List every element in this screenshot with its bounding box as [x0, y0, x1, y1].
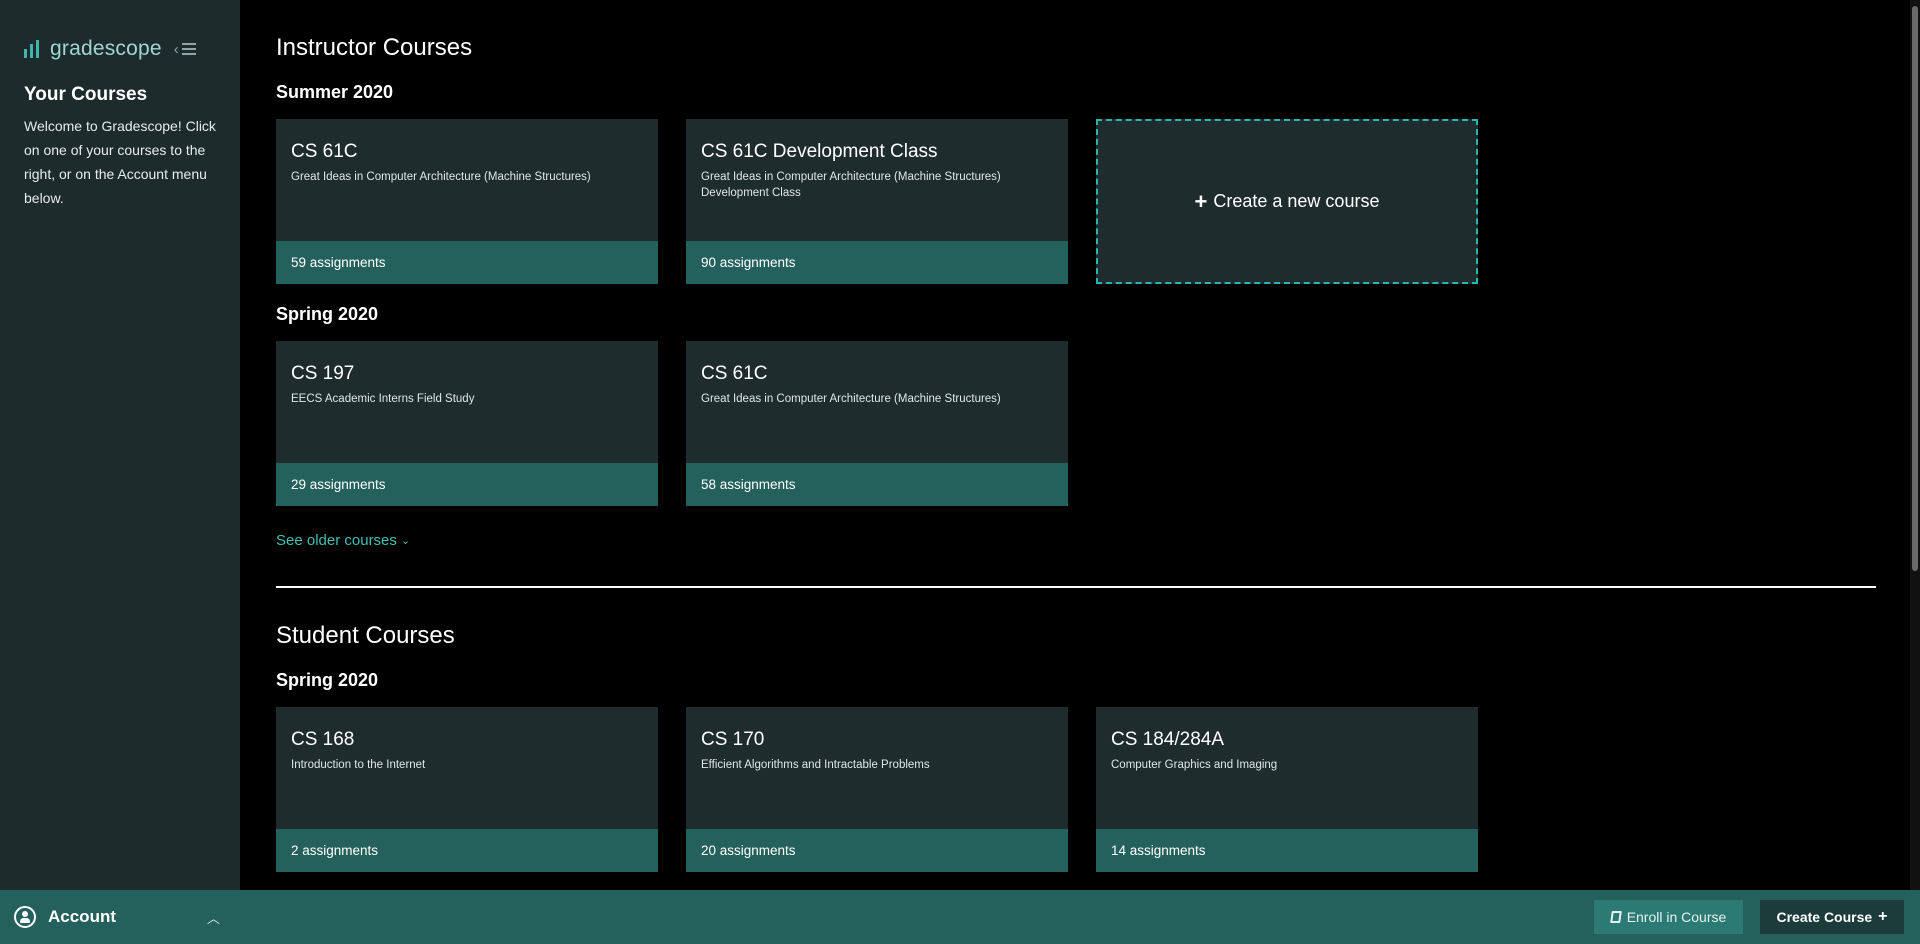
scrollbar-thumb[interactable] [1912, 6, 1918, 571]
course-description: EECS Academic Interns Field Study [291, 393, 475, 405]
course-card-body: CS 168 Introduction to the Internet [276, 707, 658, 829]
sidebar: gradescope ‹ Your Courses Welcome to Gra… [0, 0, 240, 890]
assignment-count: 29 assignments [276, 463, 658, 506]
chevron-down-icon: ⌄ [400, 535, 411, 547]
course-card[interactable]: CS 168 Introduction to the Internet 2 as… [276, 707, 658, 872]
plus-icon: + [1194, 188, 1208, 214]
create-course-card[interactable]: + Create a new course [1096, 119, 1478, 284]
assignment-count: 59 assignments [276, 241, 658, 284]
course-grid: CS 168 Introduction to the Internet 2 as… [276, 707, 1910, 872]
chevron-up-icon: ︿ [206, 910, 220, 926]
account-menu-button[interactable]: Account ︿ [0, 890, 240, 944]
term-heading: Spring 2020 [276, 304, 379, 324]
course-description: Great Ideas in Computer Architecture (Ma… [291, 171, 591, 183]
course-card-body: CS 61C Great Ideas in Computer Architect… [276, 119, 658, 241]
brand-name[interactable]: gradescope [50, 37, 162, 61]
chevron-left-icon: ‹ [173, 40, 179, 58]
course-card[interactable]: CS 61C Development Class Great Ideas in … [686, 119, 1068, 284]
course-card-body: CS 184/284A Computer Graphics and Imagin… [1096, 707, 1478, 829]
collapse-sidebar-button[interactable]: ‹ [174, 42, 196, 57]
course-code: CS 61C [701, 363, 768, 384]
plus-icon: + [1878, 908, 1888, 925]
course-card[interactable]: CS 170 Efficient Algorithms and Intracta… [686, 707, 1068, 872]
course-card[interactable]: CS 184/284A Computer Graphics and Imagin… [1096, 707, 1478, 872]
create-label: Create Course [1776, 909, 1873, 925]
main-content: Instructor Courses Summer 2020 CS 61C Gr… [240, 0, 1910, 890]
course-grid: CS 197 EECS Academic Interns Field Study… [276, 341, 1910, 506]
course-card-body: CS 197 EECS Academic Interns Field Study [276, 341, 658, 463]
course-description: Great Ideas in Computer Architecture (Ma… [701, 171, 1001, 199]
course-card-body: CS 61C Great Ideas in Computer Architect… [686, 341, 1068, 463]
section-divider [276, 586, 1876, 588]
assignment-count: 90 assignments [686, 241, 1068, 284]
course-description: Computer Graphics and Imaging [1111, 759, 1278, 771]
term-heading: Summer 2020 [276, 82, 394, 102]
account-label: Account [48, 907, 116, 926]
course-description: Great Ideas in Computer Architecture (Ma… [701, 393, 1001, 405]
book-icon [1609, 911, 1622, 923]
create-course-label: Create a new course [1213, 191, 1380, 211]
create-course-button[interactable]: Create Course + [1760, 900, 1904, 934]
course-code: CS 170 [701, 729, 765, 750]
instructor-courses-heading: Instructor Courses [276, 34, 473, 61]
sidebar-title: Your Courses [24, 84, 148, 105]
see-older-courses-link[interactable]: See older courses ⌄ [276, 532, 410, 549]
assignment-count: 14 assignments [1096, 829, 1478, 872]
welcome-text: Welcome to Gradescope! Click on one of y… [24, 118, 216, 206]
course-card-body: CS 170 Efficient Algorithms and Intracta… [686, 707, 1068, 829]
course-description: Introduction to the Internet [291, 759, 426, 771]
course-code: CS 168 [291, 729, 355, 750]
course-code: CS 61C Development Class [701, 141, 938, 162]
course-code: CS 184/284A [1111, 729, 1225, 750]
assignment-count: 2 assignments [276, 829, 658, 872]
course-card[interactable]: CS 197 EECS Academic Interns Field Study… [276, 341, 658, 506]
course-description: Efficient Algorithms and Intractable Pro… [701, 759, 930, 771]
menu-icon [181, 43, 196, 55]
page-scrollbar[interactable] [1910, 0, 1920, 890]
course-grid: CS 61C Great Ideas in Computer Architect… [276, 119, 1910, 284]
enroll-in-course-button[interactable]: Enroll in Course [1594, 900, 1743, 934]
see-older-label: See older courses [276, 532, 397, 549]
course-code: CS 197 [291, 363, 355, 384]
course-card-body: CS 61C Development Class Great Ideas in … [686, 119, 1068, 241]
course-card[interactable]: CS 61C Great Ideas in Computer Architect… [686, 341, 1068, 506]
student-courses-heading: Student Courses [276, 622, 455, 649]
course-card[interactable]: CS 61C Great Ideas in Computer Architect… [276, 119, 658, 284]
term-heading: Spring 2020 [276, 670, 379, 690]
user-circle-icon [14, 906, 36, 928]
gradescope-logo-icon[interactable] [24, 40, 39, 58]
enroll-label: Enroll in Course [1626, 909, 1727, 925]
course-code: CS 61C [291, 141, 358, 162]
footer-bar: Account ︿ Enroll in Course Create Course… [0, 890, 1920, 944]
assignment-count: 20 assignments [686, 829, 1068, 872]
assignment-count: 58 assignments [686, 463, 1068, 506]
